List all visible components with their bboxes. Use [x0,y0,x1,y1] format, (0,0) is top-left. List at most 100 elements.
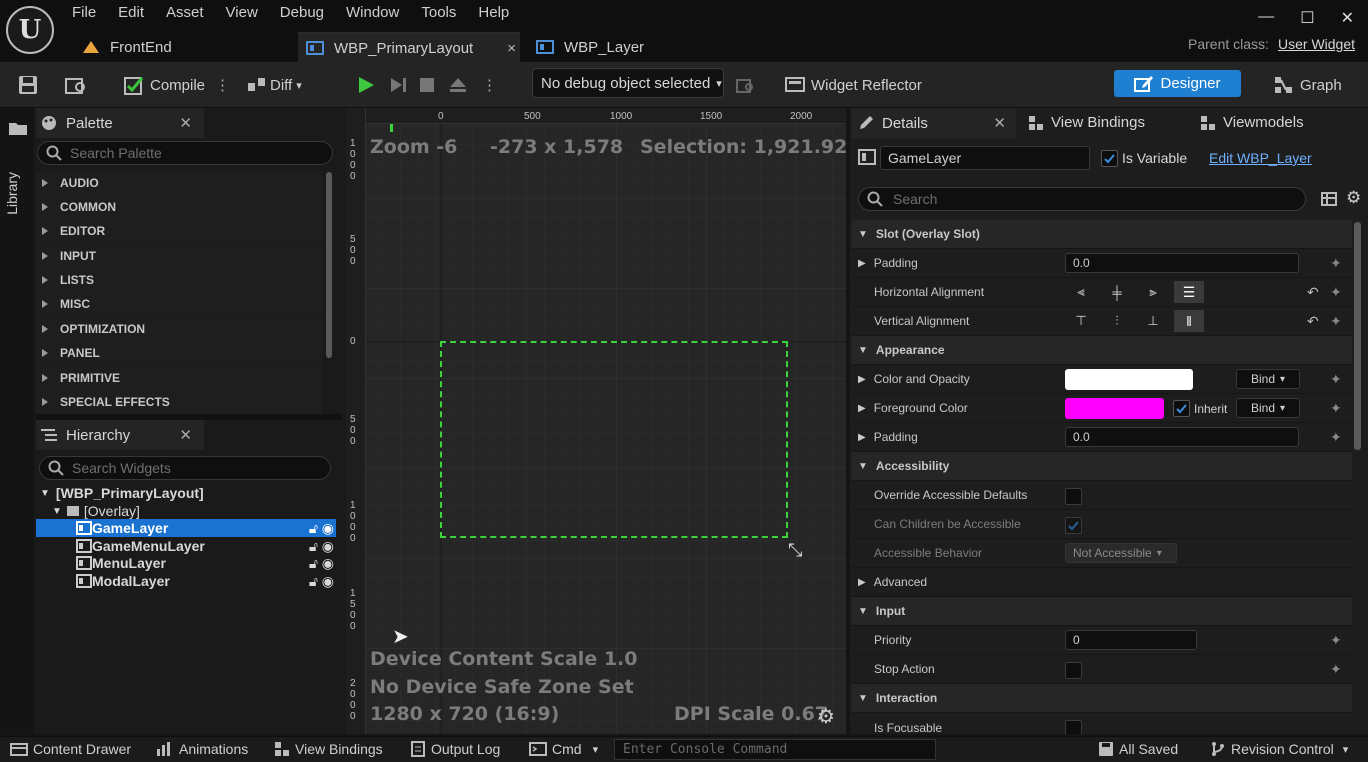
details-close-icon[interactable]: ✕ [993,114,1006,132]
palette-category[interactable]: EDITOR [36,219,322,243]
palette-category[interactable]: OPTIMIZATION [36,317,322,341]
tab-frontend[interactable]: FrontEnd [78,32,288,62]
minimize-icon[interactable]: — [1258,8,1274,28]
unreal-logo[interactable]: U [6,6,54,54]
cmd-dropdown[interactable]: Cmd ▾ [529,736,598,762]
play-button[interactable] [356,62,376,108]
inherit-checkbox[interactable] [1173,400,1190,417]
section-accessibility[interactable]: ▼ Accessibility [852,452,1352,481]
hierarchy-item-menulayer[interactable]: MenuLayer 🔓︎ ◉ [36,554,336,572]
maximize-icon[interactable]: ☐ [1300,8,1314,28]
section-interaction[interactable]: ▼ Interaction [852,684,1352,713]
reset-icon[interactable]: ↶ [1307,284,1319,301]
pin-icon[interactable]: ✦ [1330,400,1342,417]
align-right-icon[interactable]: ⫸ [1138,281,1168,303]
folder-icon[interactable] [8,120,28,136]
reset-icon[interactable]: ↶ [1307,313,1319,330]
palette-search-input[interactable]: Search Palette [37,141,333,165]
details-scrollbar[interactable] [1354,222,1361,450]
is-focusable-checkbox[interactable] [1065,720,1082,734]
parent-class-link[interactable]: User Widget [1278,36,1355,52]
hierarchy-item-modallayer[interactable]: ModalLayer 🔓︎ ◉ [36,572,336,590]
palette-category[interactable]: PANEL [36,341,322,365]
menu-view[interactable]: View [226,4,270,21]
section-slot[interactable]: ▼ Slot (Overlay Slot) [852,220,1352,249]
details-search-input[interactable]: Search [858,187,1306,211]
align-middle-icon[interactable]: ⫶ [1102,310,1132,332]
menu-debug[interactable]: Debug [280,4,336,21]
collapse-arrow-icon[interactable]: ▼ [40,488,50,499]
resolution-label[interactable]: 1280 x 720 (16:9) [370,703,559,725]
expand-arrow-icon[interactable]: ▶ [858,403,866,414]
align-fill-icon[interactable]: ☰ [1174,281,1204,303]
tab-close-icon[interactable]: × [507,40,516,57]
content-drawer-button[interactable]: Content Drawer [10,736,131,762]
eject-button[interactable] [448,62,468,108]
section-appearance[interactable]: ▼ Appearance [852,336,1352,365]
palette-category[interactable]: SPECIAL EFFECTS [36,390,322,414]
padding-appearance-input[interactable]: 0.0 [1065,427,1299,447]
padding-input[interactable]: 0.0 [1065,253,1299,273]
bind-dropdown[interactable]: Bind ▾ [1236,369,1300,389]
align-vfill-icon[interactable]: ‖ [1174,310,1204,332]
view-bindings-button[interactable]: View Bindings [274,736,383,762]
hierarchy-root[interactable]: ▼ [WBP_PrimaryLayout] [36,484,336,502]
expand-arrow-icon[interactable]: ▶ [858,432,866,443]
stop-action-checkbox[interactable] [1065,662,1082,679]
menu-edit[interactable]: Edit [118,4,156,21]
debug-browse-icon[interactable] [735,62,755,108]
hierarchy-close-icon[interactable]: ✕ [179,426,192,444]
widget-name-input[interactable]: GameLayer [880,146,1090,170]
expand-arrow-icon[interactable]: ▶ [858,374,866,385]
pin-icon[interactable]: ✦ [1330,661,1342,678]
menu-asset[interactable]: Asset [166,4,216,21]
table-view-icon[interactable] [1321,191,1337,207]
debug-object-dropdown[interactable]: No debug object selected ▾ [532,68,724,98]
all-saved-button[interactable]: All Saved [1098,736,1178,762]
visibility-eye-icon[interactable]: ◉ [322,573,334,590]
dpi-settings-gear-icon[interactable]: ⚙ [817,704,835,729]
palette-tab[interactable]: Palette ✕ [36,108,204,138]
palette-category[interactable]: AUDIO [36,171,322,195]
save-icon[interactable] [17,62,39,108]
play-options-icon[interactable]: ⋮ [482,62,497,108]
pin-icon[interactable]: ✦ [1330,255,1342,272]
palette-category[interactable]: INPUT [36,244,322,268]
unlock-icon[interactable]: 🔓︎ [309,573,318,590]
unlock-icon[interactable]: 🔓︎ [309,538,318,555]
menu-file[interactable]: File [72,4,108,21]
palette-category[interactable]: COMMON [36,195,322,219]
hierarchy-search-input[interactable]: Search Widgets [39,456,331,480]
tab-details[interactable]: Details ✕ [852,108,1016,138]
unlock-icon[interactable]: 🔓︎ [309,555,318,572]
section-input[interactable]: ▼ Input [852,597,1352,626]
hierarchy-overlay[interactable]: ▼ [Overlay] [36,502,336,520]
revision-control-button[interactable]: Revision Control ▾ [1210,736,1348,762]
palette-category[interactable]: MISC [36,292,322,316]
palette-category[interactable]: PRIMITIVE [36,366,322,390]
details-settings-gear-icon[interactable]: ⚙ [1346,188,1361,208]
foreground-color-swatch[interactable] [1065,398,1164,419]
pin-icon[interactable]: ✦ [1330,313,1342,330]
is-variable-checkbox[interactable] [1101,150,1118,167]
tab-view-bindings[interactable]: View Bindings [1028,114,1145,131]
palette-close-icon[interactable]: ✕ [179,114,192,132]
bind-dropdown[interactable]: Bind ▾ [1236,398,1300,418]
align-bottom-icon[interactable]: ⊥ [1138,310,1168,332]
more-options-icon[interactable]: ⋮ [215,76,230,94]
library-tab[interactable]: Library [4,172,20,215]
palette-category[interactable]: LISTS [36,268,322,292]
close-icon[interactable]: ✕ [1341,8,1354,28]
visibility-eye-icon[interactable]: ◉ [322,538,334,555]
tab-viewmodels[interactable]: Viewmodels [1200,114,1304,131]
graph-button[interactable]: Graph [1274,62,1342,108]
override-accessible-checkbox[interactable] [1065,488,1082,505]
priority-input[interactable]: 0 [1065,630,1197,650]
hierarchy-item-gamemenulayer[interactable]: GameMenuLayer 🔓︎ ◉ [36,537,336,555]
prop-advanced[interactable]: ▶ Advanced [852,568,1352,597]
compile-button[interactable]: Compile ⋮ [122,62,230,108]
tab-primary-layout[interactable]: WBP_PrimaryLayout × [298,32,520,62]
console-input[interactable]: Enter Console Command [614,739,936,760]
visibility-eye-icon[interactable]: ◉ [322,520,334,537]
align-top-icon[interactable]: ⊤ [1066,310,1096,332]
